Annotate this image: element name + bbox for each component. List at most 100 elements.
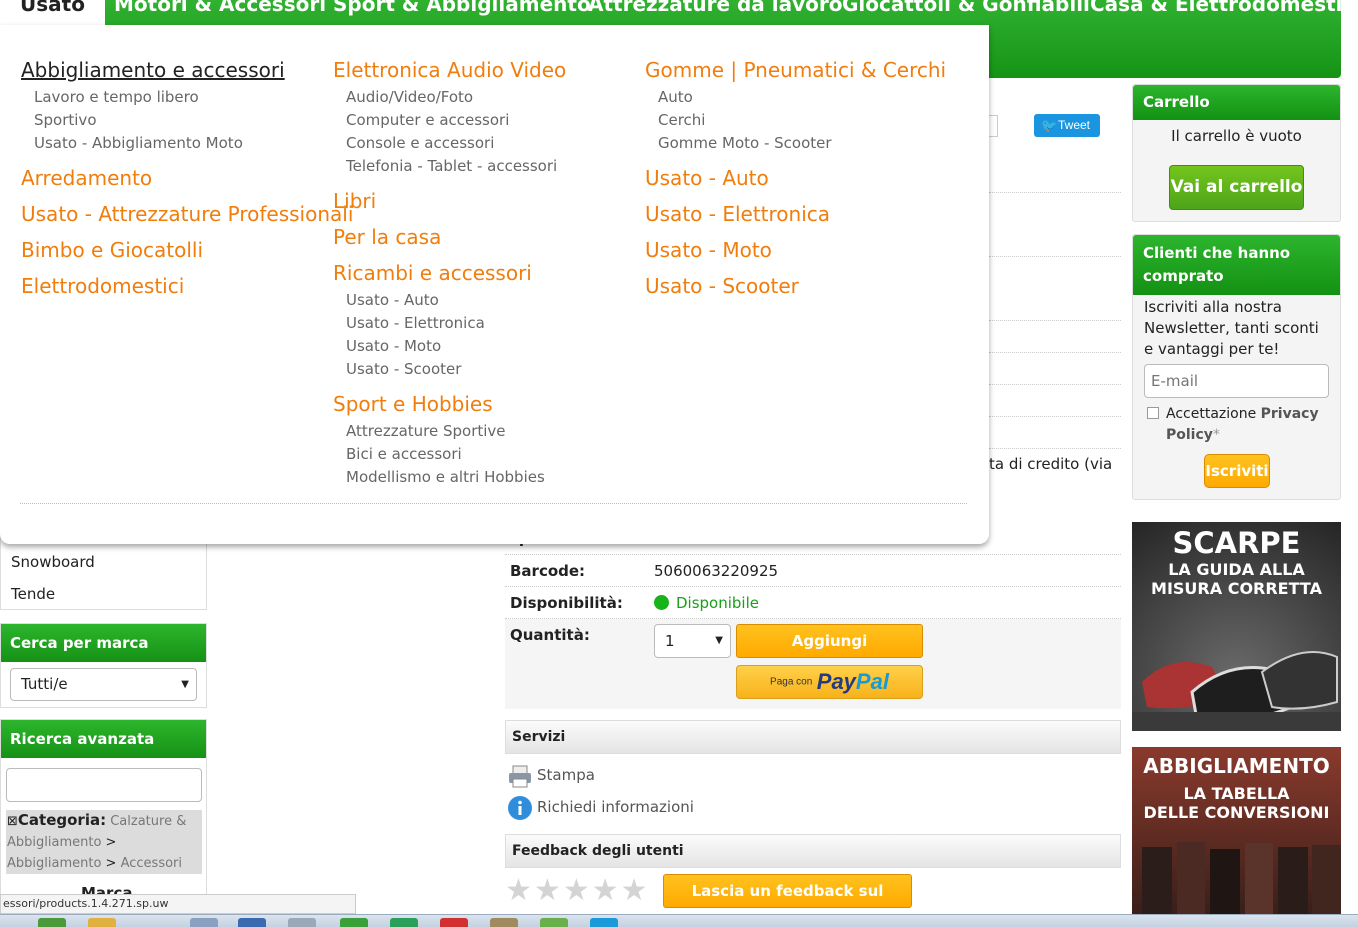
rating-stars[interactable]: ★★★★★	[505, 876, 650, 906]
menu-subitem[interactable]: Computer e accessori	[346, 109, 566, 132]
taskbar-app-icon[interactable]	[38, 918, 66, 927]
menu-subitem[interactable]: Usato - Abbigliamento Moto	[34, 132, 353, 155]
menu-subitem[interactable]: Usato - Scooter	[346, 358, 566, 381]
menu-subitem[interactable]: Bici e accessori	[346, 443, 566, 466]
newsletter-title: Clienti che hanno comprato	[1133, 235, 1340, 295]
menu-heading[interactable]: Arredamento	[21, 166, 353, 190]
category-item[interactable]: Tende	[1, 578, 206, 610]
nav-item-casa[interactable]: Casa & Elettrodomestici	[1090, 0, 1358, 16]
leave-feedback-button[interactable]: Lascia un feedback sul prodotto	[663, 874, 912, 927]
nav-item-sport[interactable]: Sport & Abbigliamento	[333, 0, 591, 16]
menu-subitem[interactable]: Audio/Video/Foto	[346, 86, 566, 109]
nav-item-motori[interactable]: Motori & Accessori	[114, 0, 326, 16]
nav-item-usato[interactable]: Usato	[0, 0, 105, 25]
browser-status-url: essori/products.1.4.271.sp.uw	[0, 894, 356, 914]
divider	[989, 384, 1121, 385]
brand-search-box: Cerca per marca Tutti/e ▼	[0, 623, 207, 708]
availability-status: Disponibile	[654, 594, 759, 612]
tweet-button[interactable]: 🐦 Tweet	[1034, 114, 1100, 137]
divider	[989, 192, 1121, 193]
menu-heading[interactable]: Elettronica Audio Video	[333, 58, 566, 82]
star-icon[interactable]: ★	[592, 876, 619, 906]
services-header: Servizi	[505, 720, 1121, 754]
shoe-size-guide-banner[interactable]: SCARPE LA GUIDA ALLA MISURA CORRETTA	[1132, 522, 1341, 731]
divider	[505, 554, 1121, 555]
print-link[interactable]: Stampa	[508, 762, 595, 788]
privacy-checkbox[interactable]	[1147, 407, 1159, 419]
taskbar-app-icon[interactable]	[288, 918, 316, 927]
taskbar-app-icon[interactable]	[390, 918, 418, 927]
paypal-button[interactable]: Paga con PayPal	[736, 665, 923, 699]
menu-subitem[interactable]: Console e accessori	[346, 132, 566, 155]
menu-subitem[interactable]: Cerchi	[658, 109, 946, 132]
request-info-link[interactable]: Richiedi informazioni	[508, 794, 694, 820]
size-conversion-banner[interactable]: ABBIGLIAMENTO LA TABELLA DELLE CONVERSIO…	[1132, 747, 1341, 914]
nav-item-attrezzature[interactable]: Attrezzature da lavoro	[588, 0, 843, 16]
category-item[interactable]: Snowboard	[1, 546, 206, 578]
menu-heading[interactable]: Sport e Hobbies	[333, 392, 566, 416]
menu-heading[interactable]: Usato - Auto	[645, 166, 946, 190]
add-to-cart-button[interactable]: Aggiungi	[736, 624, 923, 658]
taskbar-app-icon[interactable]	[340, 918, 368, 927]
taskbar-app-icon[interactable]	[238, 918, 266, 927]
menu-subitem[interactable]: Sportivo	[34, 109, 353, 132]
filter-remove-icon[interactable]: ⊠	[7, 814, 18, 829]
menu-subitem[interactable]: Gomme Moto - Scooter	[658, 132, 946, 155]
taskbar-app-icon[interactable]	[88, 918, 116, 927]
divider	[989, 352, 1121, 353]
menu-heading[interactable]: Elettrodomestici	[21, 274, 353, 298]
twitter-icon: 🐦	[1041, 118, 1058, 133]
privacy-consent-label: Accettazione Privacy Policy*	[1166, 406, 1319, 443]
star-icon[interactable]: ★	[534, 876, 561, 906]
subscribe-button[interactable]: Iscriviti	[1204, 454, 1270, 488]
available-dot-icon	[654, 595, 669, 610]
taskbar-app-icon[interactable]	[490, 918, 518, 927]
menu-subitem[interactable]: Telefonia - Tablet - accessori	[346, 155, 566, 178]
dropdown-arrow-icon: ▼	[181, 679, 189, 690]
menu-heading[interactable]: Per la casa	[333, 225, 566, 249]
star-icon[interactable]: ★	[621, 876, 648, 906]
menu-heading[interactable]: Abbigliamento e accessori	[21, 58, 353, 82]
menu-heading[interactable]: Usato - Moto	[645, 238, 946, 262]
menu-heading[interactable]: Usato - Attrezzature Professionali	[21, 202, 353, 226]
menu-divider	[20, 503, 967, 504]
menu-heading[interactable]: Bimbo e Giocatolli	[21, 238, 353, 262]
taskbar-app-icon[interactable]	[190, 918, 218, 927]
advanced-search-title: Ricerca avanzata	[1, 720, 206, 758]
menu-subitem[interactable]: Modellismo e altri Hobbies	[346, 466, 566, 489]
star-icon[interactable]: ★	[563, 876, 590, 906]
brand-select[interactable]: Tutti/e ▼	[10, 668, 197, 701]
nav-item-giocattoli[interactable]: Giocattoli & Gonfiabili	[842, 0, 1090, 16]
quantity-label: Quantità:	[510, 626, 590, 644]
taskbar-app-icon[interactable]	[590, 918, 618, 927]
printer-icon	[508, 764, 532, 788]
divider	[989, 320, 1121, 321]
feedback-header: Feedback degli utenti	[505, 834, 1121, 868]
sneakers-image	[1132, 651, 1341, 731]
quantity-select[interactable]: 1 ▼	[654, 624, 731, 658]
menu-subitem[interactable]: Attrezzature Sportive	[346, 420, 566, 443]
menu-heading[interactable]: Usato - Scooter	[645, 274, 946, 298]
menu-subitem[interactable]: Usato - Auto	[346, 289, 566, 312]
availability-label: Disponibilità:	[510, 594, 623, 612]
menu-heading[interactable]: Ricambi e accessori	[333, 261, 566, 285]
menu-heading[interactable]: Usato - Elettronica	[645, 202, 946, 226]
taskbar-app-icon[interactable]	[540, 918, 568, 927]
menu-heading[interactable]: Gomme | Pneumatici & Cerchi	[645, 58, 946, 82]
barcode-label: Barcode:	[510, 562, 586, 580]
menu-subitem[interactable]: Usato - Elettronica	[346, 312, 566, 335]
go-to-cart-button[interactable]: Vai al carrello	[1169, 165, 1304, 210]
menu-subitem[interactable]: Lavoro e tempo libero	[34, 86, 353, 109]
divider	[989, 416, 1121, 417]
windows-taskbar	[0, 914, 1358, 927]
menu-subitem[interactable]: Usato - Moto	[346, 335, 566, 358]
barcode-value: 5060063220925	[654, 562, 779, 580]
menu-column-2: Elettronica Audio Video Audio/Video/Foto…	[333, 58, 566, 489]
newsletter-email-input[interactable]	[1144, 364, 1329, 398]
menu-heading[interactable]: Libri	[333, 189, 566, 213]
taskbar-app-icon[interactable]	[440, 918, 468, 927]
advanced-search-input[interactable]	[6, 768, 202, 802]
menu-subitem[interactable]: Auto	[658, 86, 946, 109]
divider	[505, 586, 1121, 587]
star-icon[interactable]: ★	[505, 876, 532, 906]
